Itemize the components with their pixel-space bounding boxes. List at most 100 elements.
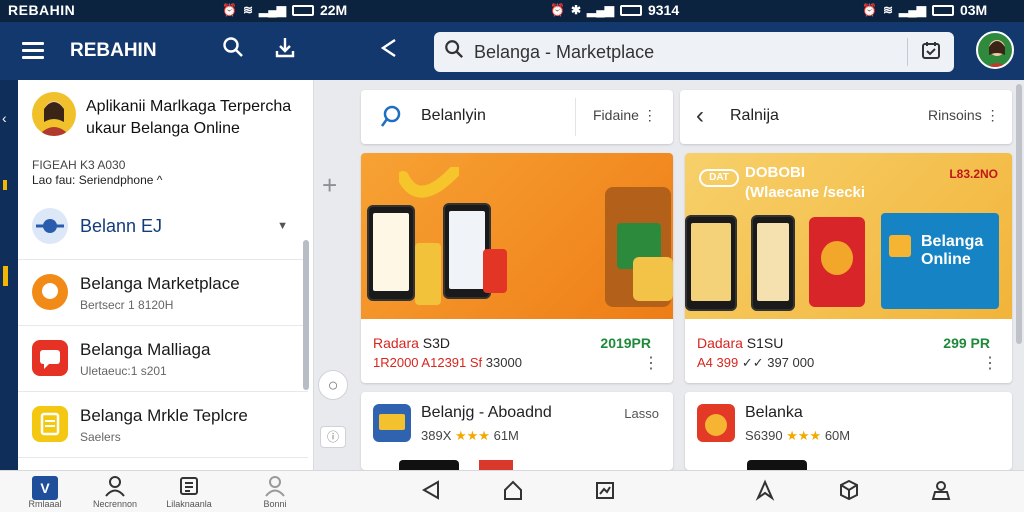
store-header-card-right[interactable]: ‹ Ralnija Rinsoins ⋮	[680, 90, 1012, 144]
drawer-item-label: Belann EJ	[80, 216, 163, 236]
drawer-item-teplcre[interactable]: Belanga Mrkle Teplcre Saelers	[18, 392, 308, 458]
info-button[interactable]: ⓘ	[320, 426, 346, 448]
calendar-icon[interactable]	[908, 40, 954, 65]
menu-icon[interactable]	[22, 42, 44, 59]
status-app-name: REBAHIN	[8, 2, 76, 18]
status-time-2: 9314	[647, 2, 680, 18]
send-icon[interactable]	[750, 479, 780, 509]
status-group-middle: ⏰ ✱ ▂▄▆ 9314	[550, 2, 679, 18]
drawer-item-label: Belanga Mrkle Teplcre	[80, 406, 248, 425]
banner-badge: DAT	[699, 169, 739, 187]
user-avatar[interactable]	[976, 31, 1014, 69]
app-bar: REBAHIN	[0, 22, 1024, 80]
phone-graphic	[367, 205, 415, 301]
battery-icon	[931, 4, 954, 16]
recents-icon[interactable]	[590, 479, 620, 509]
bottom-nav-profile[interactable]: Bonni	[240, 475, 310, 512]
signal-icon: ▂▄▆	[587, 3, 614, 17]
drawer-profile[interactable]: Aplikanii Marlkaga Terpercha ukaur Belan…	[32, 92, 302, 148]
list-item[interactable]: Belanka S6390 ★★★ 60M	[685, 392, 1012, 470]
store-header-card-left[interactable]: Belanlyin Fidaine ⋮	[361, 90, 673, 144]
drawer-item-malliaga[interactable]: Belanga Malliaga Uletaeuc:1 s201	[18, 326, 308, 392]
promo-card[interactable]: DAT DOBOBI (Wlaecane /secki L83.2NO Bela…	[685, 153, 1012, 383]
drawer-scrollbar[interactable]	[303, 240, 309, 390]
can-label-graphic	[821, 241, 853, 275]
bottom-nav-account[interactable]: Necrennon	[80, 475, 150, 512]
search-icon	[434, 39, 474, 65]
promo-line-2: 1R2000 A12391 Sf 33000	[373, 355, 522, 370]
location-icon	[379, 104, 403, 136]
options-dropdown[interactable]: Rinsoins ⋮	[928, 107, 1000, 124]
gift-icon	[889, 235, 911, 257]
record-button[interactable]: ○	[318, 370, 348, 400]
drawer-item-label: Belanga Malliaga	[80, 340, 211, 359]
more-vert-icon[interactable]: ⋮	[982, 353, 998, 373]
back-icon[interactable]	[416, 479, 446, 509]
marketplace-icon	[32, 274, 68, 310]
promo-line-1: Radara S3D	[373, 335, 451, 351]
home-icon[interactable]	[498, 479, 528, 509]
back-icon[interactable]: ‹	[696, 102, 704, 130]
profile-avatar	[32, 92, 76, 136]
snack-graphic	[633, 257, 673, 301]
banner-title: DOBOBI (Wlaecane /secki	[745, 164, 866, 201]
bottom-navigation: V Rmlaaal Necrennon Lilaknaanla Bonni	[0, 470, 1024, 512]
battery-icon	[619, 4, 642, 16]
divider	[575, 98, 576, 136]
list-item-rating: S6390 ★★★ 60M	[745, 428, 851, 443]
add-icon[interactable]: +	[322, 170, 337, 201]
list-item[interactable]: Belanjg - Aboadnd 389X ★★★ 61M Lasso	[361, 392, 673, 470]
chat-icon	[32, 340, 68, 376]
bottom-nav-label: Lilaknaanla	[166, 499, 212, 509]
search-input[interactable]	[474, 41, 907, 63]
status-group-right: ⏰ ≋ ▂▄▆ 03M	[862, 2, 987, 18]
drawer-item-marketplace[interactable]: Belanga Marketplace Bertsecr 1 8120H	[18, 260, 308, 326]
promo-line-1: Dadara S1SU	[697, 335, 784, 351]
section-line-2[interactable]: Lao fau: Seriendphone ^	[32, 173, 162, 188]
status-bar: REBAHIN ⏰ ≋ ▂▄▆ 22M ⏰ ✱ ▂▄▆ 9314 ⏰ ≋ ▂▄▆…	[0, 0, 1024, 22]
drawer-item-belann[interactable]: Belann EJ ▼	[18, 194, 308, 260]
phone-graphic	[751, 215, 795, 311]
drawer-item-subtitle: Bertsecr 1 8120H	[80, 298, 174, 312]
promo-price: 299 PR	[943, 335, 990, 351]
alarm-icon: ⏰	[862, 3, 877, 17]
status-group-left: ⏰ ≋ ▂▄▆ 22M	[222, 2, 347, 18]
phone-graphic	[747, 460, 807, 470]
drawer-item-subtitle: Saelers	[80, 430, 121, 444]
rail-marker	[3, 266, 8, 286]
cube-icon[interactable]	[834, 479, 864, 509]
app-title: REBAHIN	[70, 40, 157, 61]
alarm-icon: ⏰	[222, 3, 237, 17]
content-scrollbar[interactable]	[1016, 84, 1022, 344]
filter-dropdown[interactable]: Fidaine ⋮	[593, 107, 657, 124]
search-icon[interactable]	[218, 36, 248, 66]
list-item-right-label: Lasso	[624, 406, 659, 421]
status-time-1: 22M	[319, 2, 348, 18]
banner-corner-label: L83.2NO	[949, 167, 998, 181]
navigation-drawer: Aplikanii Marlkaga Terpercha ukaur Belan…	[18, 80, 314, 470]
battery-icon	[291, 4, 314, 16]
bottom-nav-list[interactable]: Lilaknaanla	[154, 475, 224, 512]
list-item-title: Belanka	[745, 404, 803, 421]
share-icon[interactable]	[374, 36, 404, 66]
more-vert-icon[interactable]: ⋮	[643, 353, 659, 373]
caret-down-icon[interactable]: ▼	[277, 220, 288, 232]
drawer-item-label: Belanga Marketplace	[80, 274, 240, 293]
product-graphic	[479, 460, 513, 470]
signal-icon: ▂▄▆	[899, 3, 926, 17]
profile-line-1: Aplikanii Marlkaga Terpercha	[86, 98, 292, 115]
list-icon	[154, 475, 224, 499]
bottom-nav-home[interactable]: V Rmlaaal	[10, 475, 80, 512]
crate-graphic	[415, 243, 441, 305]
chevron-left-icon[interactable]: ‹	[2, 110, 7, 126]
search-bar[interactable]	[434, 32, 954, 72]
download-icon[interactable]	[270, 36, 300, 66]
promo-card[interactable]: Radara S3D 1R2000 A12391 Sf 33000 2019PR…	[361, 153, 673, 383]
user-icon[interactable]	[926, 479, 956, 509]
section-line-1: FIGEAH K3 A030	[32, 158, 126, 172]
app-icon	[373, 404, 411, 442]
wifi-icon: ≋	[882, 3, 894, 17]
promo-box-graphic: Belanga Online	[881, 213, 999, 309]
bluetooth-icon: ✱	[570, 3, 582, 17]
app-icon	[697, 404, 735, 442]
